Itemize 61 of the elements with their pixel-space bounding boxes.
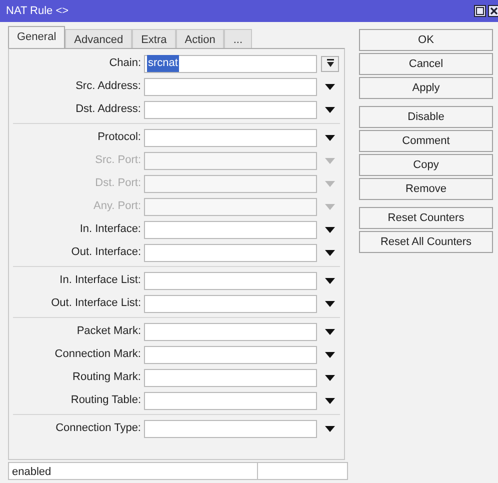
field-label: Packet Mark: (76, 324, 142, 340)
field-label: Routing Table: (70, 393, 142, 408)
dropdown-arrow-icon (326, 59, 334, 68)
dropdown-arrow-icon[interactable] (325, 374, 335, 380)
dropdown-arrow-icon[interactable] (325, 250, 335, 256)
field-label: Src. Port: (94, 153, 142, 168)
close-icon[interactable] (488, 5, 498, 17)
input-field[interactable] (144, 420, 317, 438)
dropdown-arrow-icon[interactable] (325, 426, 335, 432)
tab[interactable]: Extra (132, 29, 176, 48)
status-text: enabled (8, 462, 258, 480)
input-field[interactable] (144, 392, 317, 410)
dropdown-arrow-icon[interactable] (325, 134, 335, 140)
field-label: Dst. Address: (74, 102, 142, 118)
tab[interactable]: ... (224, 29, 252, 48)
dropdown-arrow-icon[interactable] (325, 328, 335, 334)
input-field[interactable] (144, 78, 317, 96)
input-field[interactable]: srcnat (144, 54, 317, 72)
dialog-button[interactable]: Comment (359, 130, 493, 152)
field-label: Connection Type: (54, 421, 142, 436)
dropdown-arrow-icon[interactable] (325, 398, 335, 404)
dropdown-arrow-icon[interactable] (325, 226, 335, 232)
input-field[interactable] (144, 128, 317, 146)
dropdown-arrow-icon[interactable] (325, 106, 335, 112)
dialog-button[interactable]: Copy (359, 154, 493, 176)
dialog-button[interactable]: OK (359, 29, 493, 51)
dropdown-arrow-icon[interactable] (325, 84, 335, 90)
field-label: Out. Interface: (70, 245, 142, 260)
maximize-icon[interactable] (474, 5, 486, 17)
input-field[interactable] (144, 272, 317, 290)
dialog-button[interactable]: Reset All Counters (359, 231, 493, 253)
tab[interactable]: Advanced (65, 29, 132, 48)
input-field[interactable] (144, 100, 317, 118)
field-label: Chain: (108, 56, 142, 72)
dialog-button[interactable]: Remove (359, 178, 493, 200)
dialog-button[interactable]: Apply (359, 77, 493, 99)
dropdown-arrow-icon[interactable] (325, 300, 335, 306)
tab[interactable]: General (8, 26, 66, 48)
input-field[interactable] (144, 322, 317, 340)
field-label: Connection Mark: (54, 347, 142, 362)
dialog-button[interactable]: Cancel (359, 53, 493, 75)
field-label: Any. Port: (92, 199, 142, 214)
field-label: Protocol: (96, 130, 142, 146)
dropdown-button[interactable] (321, 56, 339, 72)
input-field[interactable] (144, 294, 317, 312)
tab[interactable]: Action (176, 29, 224, 48)
input-field[interactable] (144, 346, 317, 364)
field-label: Routing Mark: (72, 370, 142, 386)
dialog-button[interactable]: Reset Counters (359, 207, 493, 229)
dropdown-arrow-icon[interactable] (325, 352, 335, 358)
dropdown-arrow-icon[interactable] (325, 278, 335, 284)
field-label: Dst. Port: (94, 176, 142, 192)
field-label: In. Interface: (78, 222, 142, 238)
input-field[interactable] (144, 220, 317, 238)
field-label: Src. Address: (74, 79, 142, 94)
input-field[interactable] (144, 368, 317, 386)
window-title: NAT Rule <> (6, 4, 69, 19)
field-label: Out. Interface List: (50, 296, 142, 312)
field-label: In. Interface List: (58, 273, 142, 288)
dialog-button[interactable]: Disable (359, 106, 493, 128)
input-field[interactable] (144, 244, 317, 262)
